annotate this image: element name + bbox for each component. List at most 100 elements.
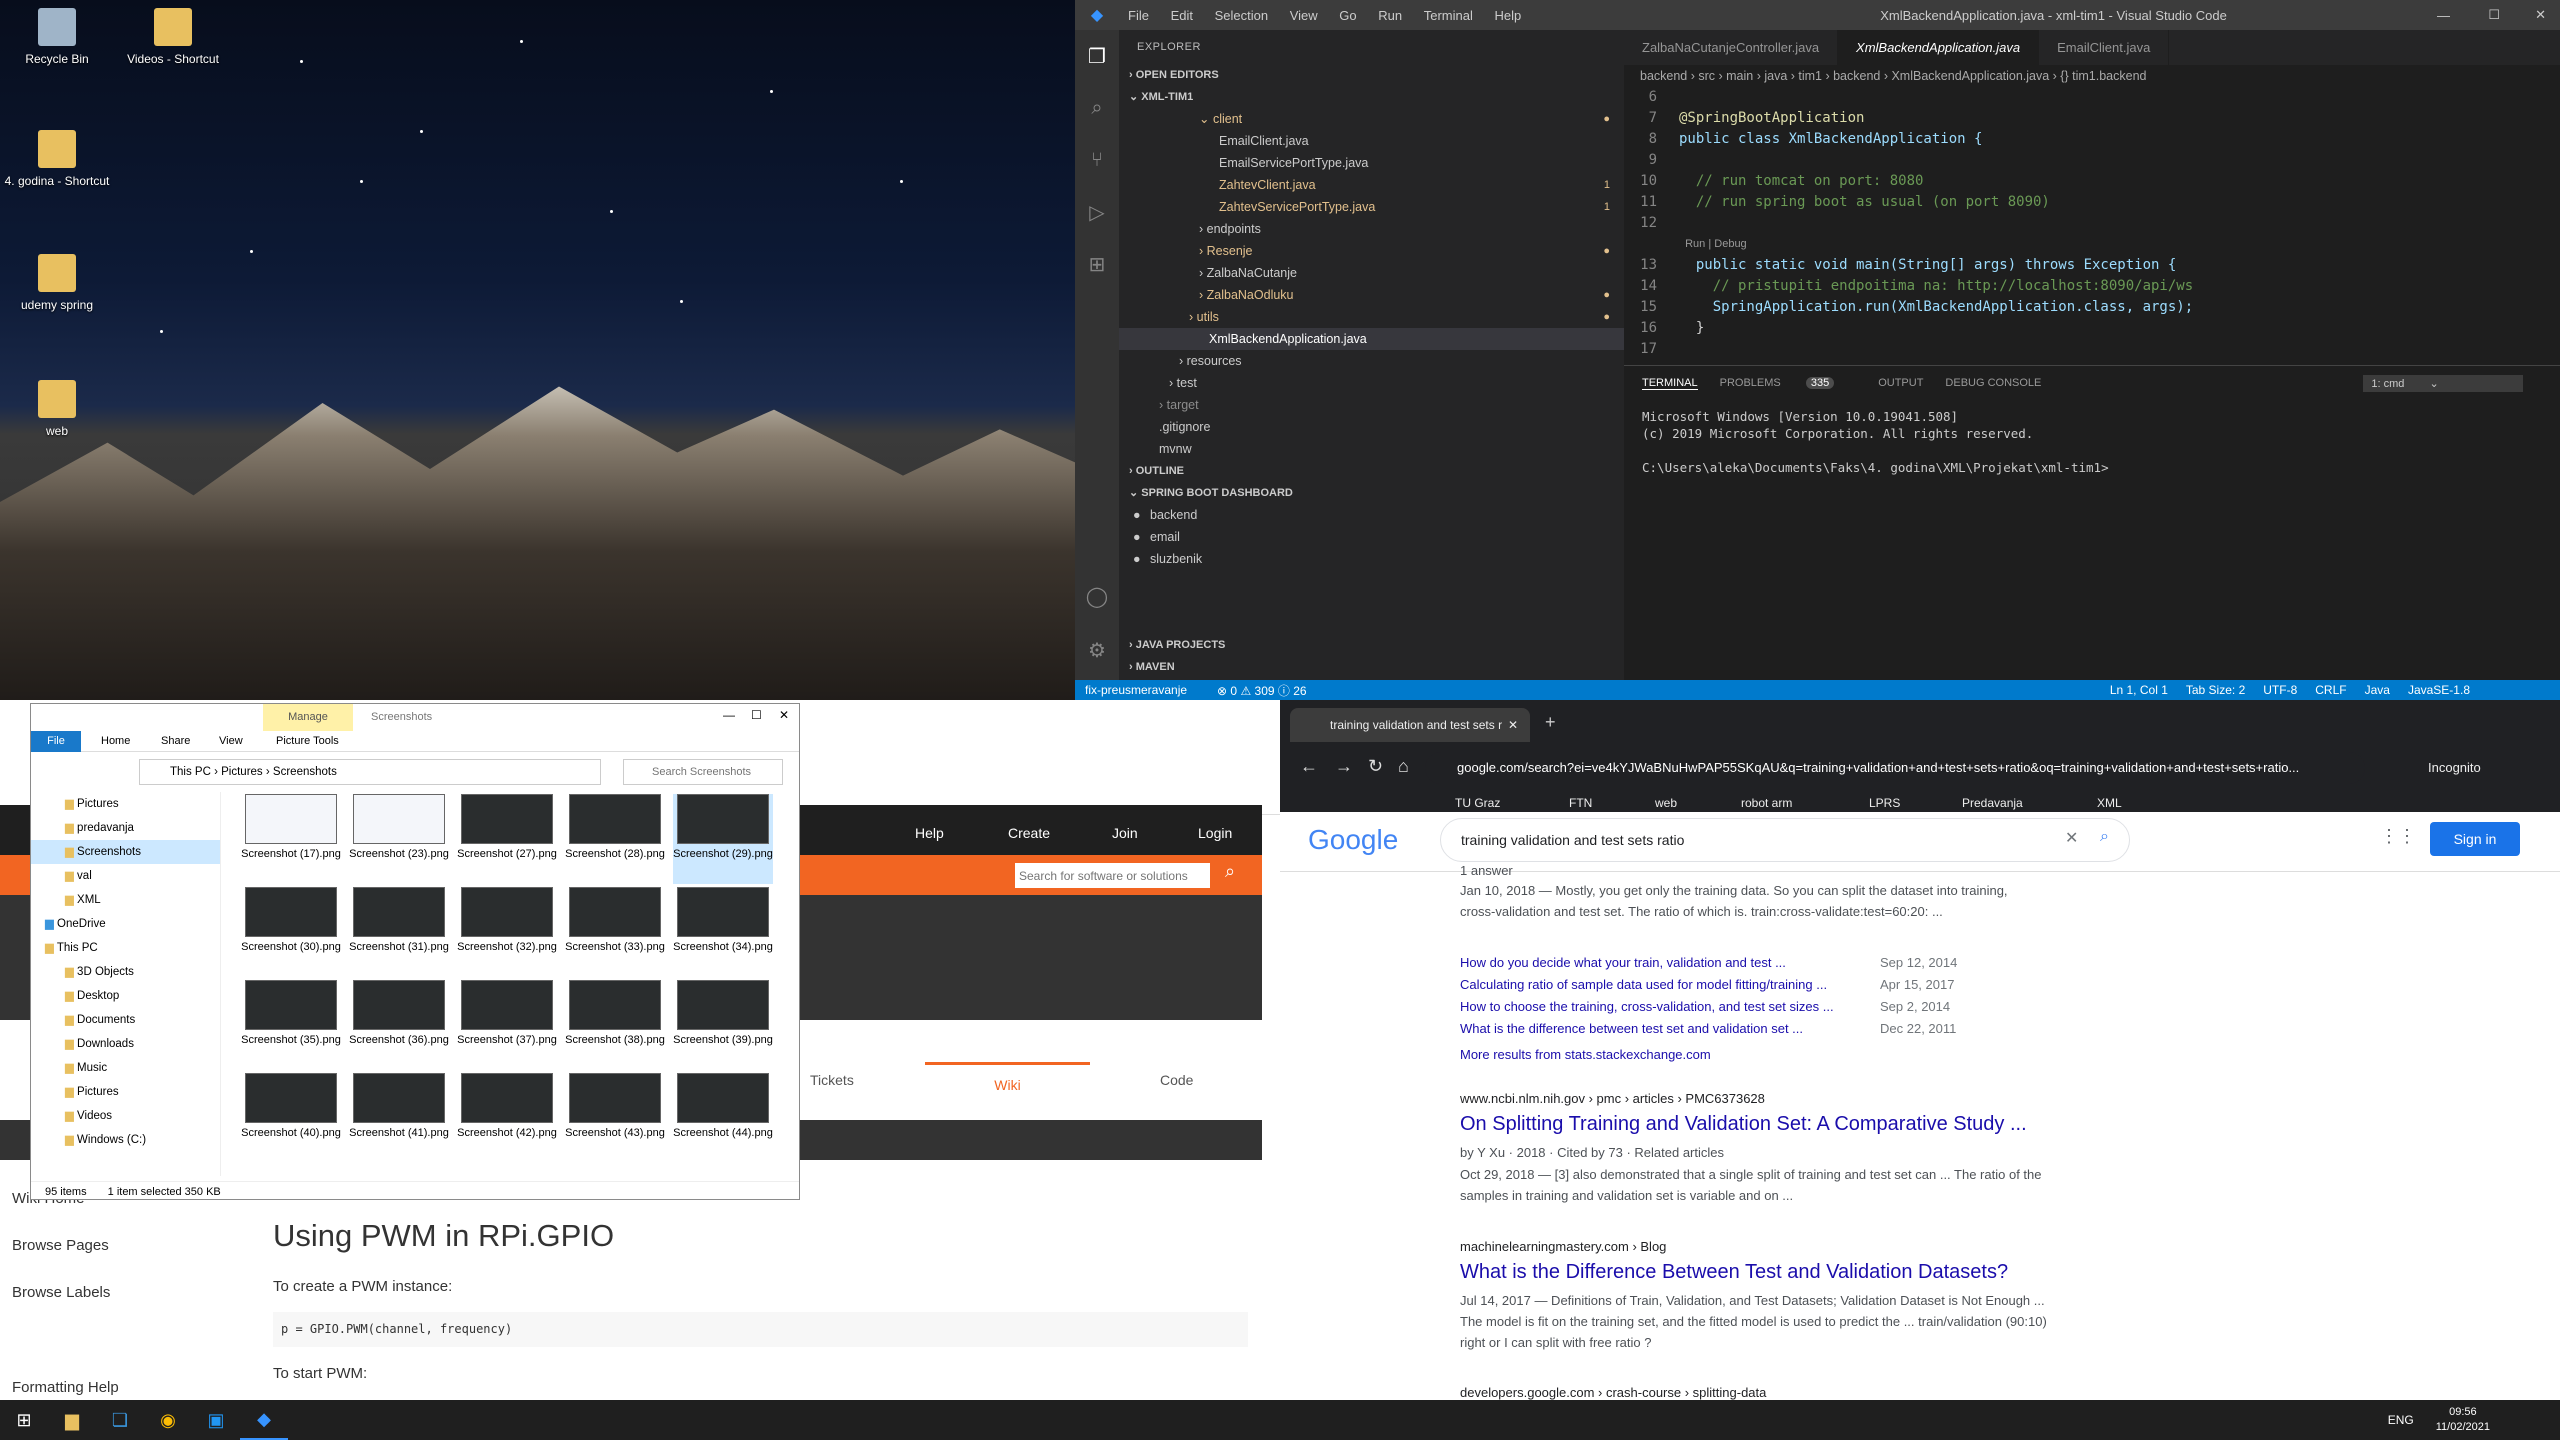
incognito-label[interactable]: Incognito	[2428, 760, 2481, 775]
result-title[interactable]: What is the Difference Between Test and …	[1460, 1258, 2008, 1286]
apps-grid-icon[interactable]: ⋮⋮	[2380, 826, 2416, 847]
related-result[interactable]: Calculating ratio of sample data used fo…	[1460, 974, 2060, 995]
menu-go[interactable]: Go	[1339, 8, 1356, 23]
thumbnail-item[interactable]: Screenshot (17).png	[241, 794, 341, 884]
close-icon[interactable]: ✕	[2535, 7, 2546, 23]
spring-dashboard-section[interactable]: ⌄ SPRING BOOT DASHBOARD	[1119, 482, 1624, 504]
problems-status[interactable]: ⊗ 0 ⚠ 309 ⓘ 26	[1217, 682, 1307, 699]
browser-tab[interactable]: training validation and test sets r ✕	[1290, 708, 1530, 742]
ribbon-picture-tools-tab[interactable]: Picture Tools	[276, 731, 339, 752]
result-url[interactable]: www.ncbi.nlm.nih.gov › pmc › articles › …	[1460, 1088, 1765, 1109]
recycle-bin-desktop-icon[interactable]: Recycle Bin	[2, 8, 112, 66]
explorer-app-icon[interactable]: ❏	[96, 1400, 144, 1440]
terminal-output[interactable]: Microsoft Windows [Version 10.0.19041.50…	[1624, 400, 2560, 484]
menu-selection[interactable]: Selection	[1215, 8, 1268, 23]
encoding[interactable]: UTF-8	[2263, 683, 2297, 697]
language-indicator[interactable]: ENG	[2388, 1413, 2414, 1427]
thumbnail-item[interactable]: Screenshot (39).png	[673, 980, 773, 1070]
tree-item[interactable]: › endpoints	[1119, 218, 1624, 240]
tab-email-client[interactable]: EmailClient.java	[2039, 30, 2170, 65]
thumbnail-item[interactable]: Screenshot (35).png	[241, 980, 341, 1070]
menu-help[interactable]: Help	[1495, 8, 1522, 23]
bookmark-item[interactable]: LPRS	[1869, 792, 1900, 814]
bookmark-item[interactable]: web	[1655, 792, 1677, 814]
thumbnail-item[interactable]: Screenshot (42).png	[457, 1073, 557, 1163]
tree-item[interactable]: › ZalbaNaCutanje	[1119, 262, 1624, 284]
new-tab-icon[interactable]: +	[1545, 712, 1556, 733]
trello-icon[interactable]: ▣	[192, 1400, 240, 1440]
nav-item[interactable]: ▆ Windows (C:)	[31, 1128, 220, 1152]
breadcrumb[interactable]: backend › src › main › java › tim1 › bac…	[1624, 65, 2560, 87]
code-editor[interactable]: 6 7 @SpringBootApplication 8 public class Xm…	[1624, 87, 2560, 360]
nav-item[interactable]: ▆ Downloads	[31, 1032, 220, 1056]
tree-item[interactable]: › Resenje ●	[1119, 240, 1624, 262]
thumbnail-item[interactable]: Screenshot (32).png	[457, 887, 557, 977]
thumbnail-item[interactable]: Screenshot (23).png	[349, 794, 449, 884]
tree-item[interactable]: › utils ●	[1119, 306, 1624, 328]
tree-item[interactable]: ZahtevClient.java 1	[1119, 174, 1624, 196]
menu-terminal[interactable]: Terminal	[1424, 8, 1473, 23]
bookmark-item[interactable]: robot arm	[1741, 792, 1792, 814]
tab-xml-backend-application[interactable]: XmlBackendApplication.java	[1838, 30, 2040, 65]
code-line[interactable]: 8 public class XmlBackendApplication {	[1624, 129, 2560, 150]
nav-item[interactable]: ▆ Videos	[31, 1104, 220, 1128]
nav-login[interactable]: Login	[1198, 825, 1232, 841]
java-projects-section[interactable]: › JAVA PROJECTS	[1119, 634, 1624, 656]
thumbnail-item[interactable]: Screenshot (29).png	[673, 794, 773, 884]
ribbon-home-tab[interactable]: Home	[101, 731, 130, 752]
reload-icon[interactable]: ↻	[1368, 756, 1383, 777]
nav-item[interactable]: ▆ Documents	[31, 1008, 220, 1032]
menu-run[interactable]: Run	[1378, 8, 1402, 23]
code-line[interactable]: 7 @SpringBootApplication	[1624, 108, 2560, 129]
menu-file[interactable]: File	[1128, 8, 1149, 23]
more-results-link[interactable]: More results from stats.stackexchange.co…	[1460, 1044, 1711, 1065]
thumbnail-item[interactable]: Screenshot (38).png	[565, 980, 665, 1070]
chrome-icon[interactable]: ◉	[144, 1400, 192, 1440]
url-bar[interactable]: google.com/search?ei=ve4kYJWaBNuHwPAP55S…	[1425, 752, 2365, 784]
thumbnail-item[interactable]: Screenshot (31).png	[349, 887, 449, 977]
menu-view[interactable]: View	[1290, 8, 1318, 23]
site-search-input[interactable]	[1015, 863, 1210, 888]
minimize-icon[interactable]: —	[2437, 8, 2450, 23]
tab-output[interactable]: OUTPUT	[1878, 377, 1923, 389]
godina-shortcut-desktop-icon[interactable]: 4. godina - Shortcut	[2, 130, 112, 188]
account-icon[interactable]: ◯	[1075, 570, 1119, 622]
thumbnail-item[interactable]: Screenshot (27).png	[457, 794, 557, 884]
search-icon[interactable]: ⌕	[1075, 82, 1119, 134]
tree-item[interactable]: XmlBackendApplication.java	[1119, 328, 1624, 350]
nav-item[interactable]: ▆ predavanja	[31, 816, 220, 840]
terminal-select[interactable]: 1: cmd ⌄	[2363, 374, 2524, 392]
maximize-icon[interactable]: ☐	[751, 708, 762, 722]
close-icon[interactable]: ✕	[779, 708, 789, 722]
sign-in-button[interactable]: Sign in	[2430, 822, 2520, 856]
ribbon-share-tab[interactable]: Share	[161, 731, 190, 752]
back-icon[interactable]: ←	[1300, 756, 1318, 777]
bookmark-item[interactable]: TU Graz	[1455, 792, 1500, 814]
related-result[interactable]: How do you decide what your train, valid…	[1460, 952, 2060, 973]
videos-shortcut-desktop-icon[interactable]: Videos - Shortcut	[118, 8, 228, 66]
home-icon[interactable]: ⌂	[1398, 756, 1409, 777]
thumbnail-item[interactable]: Screenshot (44).png	[673, 1073, 773, 1163]
java-version[interactable]: JavaSE-1.8	[2408, 683, 2470, 697]
workspace-section[interactable]: ⌄ XML-TIM1	[1119, 86, 1624, 108]
sidebar-browse-pages[interactable]: Browse Pages	[12, 1237, 252, 1284]
spring-item[interactable]: ● backend	[1119, 504, 1624, 526]
result-title[interactable]: On Splitting Training and Validation Set…	[1460, 1110, 2027, 1138]
spring-item[interactable]: ● email	[1119, 526, 1624, 548]
code-line[interactable]: 17	[1624, 339, 2560, 360]
code-line[interactable]: 11 // run spring boot as usual (on port …	[1624, 192, 2560, 213]
result-url[interactable]: developers.google.com › crash-course › s…	[1460, 1382, 1766, 1400]
start-icon[interactable]: ⊞	[0, 1400, 48, 1440]
google-logo[interactable]: Google	[1308, 824, 1398, 856]
spring-item[interactable]: ● sluzbenik	[1119, 548, 1624, 570]
thumbnail-item[interactable]: Screenshot (40).png	[241, 1073, 341, 1163]
nav-item[interactable]: ▆ XML	[31, 888, 220, 912]
code-line[interactable]: 9	[1624, 150, 2560, 171]
nav-item[interactable]: ▆ Pictures	[31, 1080, 220, 1104]
nav-create[interactable]: Create	[1008, 825, 1050, 841]
tab-debug-console[interactable]: DEBUG CONSOLE	[1945, 377, 2041, 389]
sidebar-browse-labels[interactable]: Browse Labels	[12, 1284, 252, 1379]
nav-item[interactable]: ▆ val	[31, 864, 220, 888]
gear-icon[interactable]: ⚙	[1075, 624, 1119, 676]
search-icon[interactable]: ⌕	[2100, 828, 2109, 846]
